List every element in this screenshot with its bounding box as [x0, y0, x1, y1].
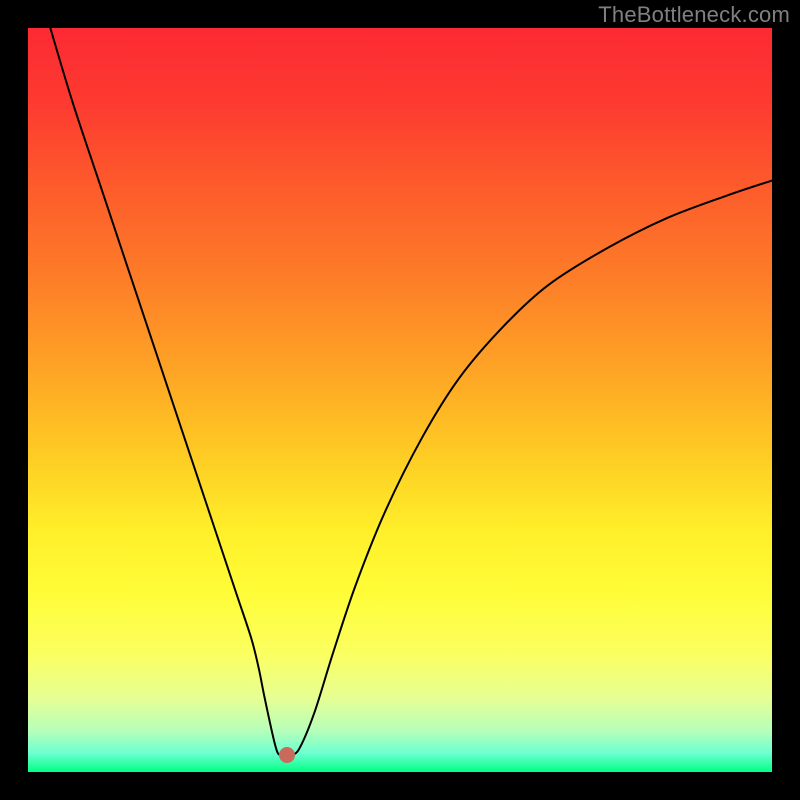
plot-area [28, 28, 772, 772]
bottleneck-curve [28, 28, 772, 772]
optimal-point-marker [279, 747, 295, 763]
watermark-text: TheBottleneck.com [598, 2, 790, 28]
chart-frame: TheBottleneck.com [0, 0, 800, 800]
